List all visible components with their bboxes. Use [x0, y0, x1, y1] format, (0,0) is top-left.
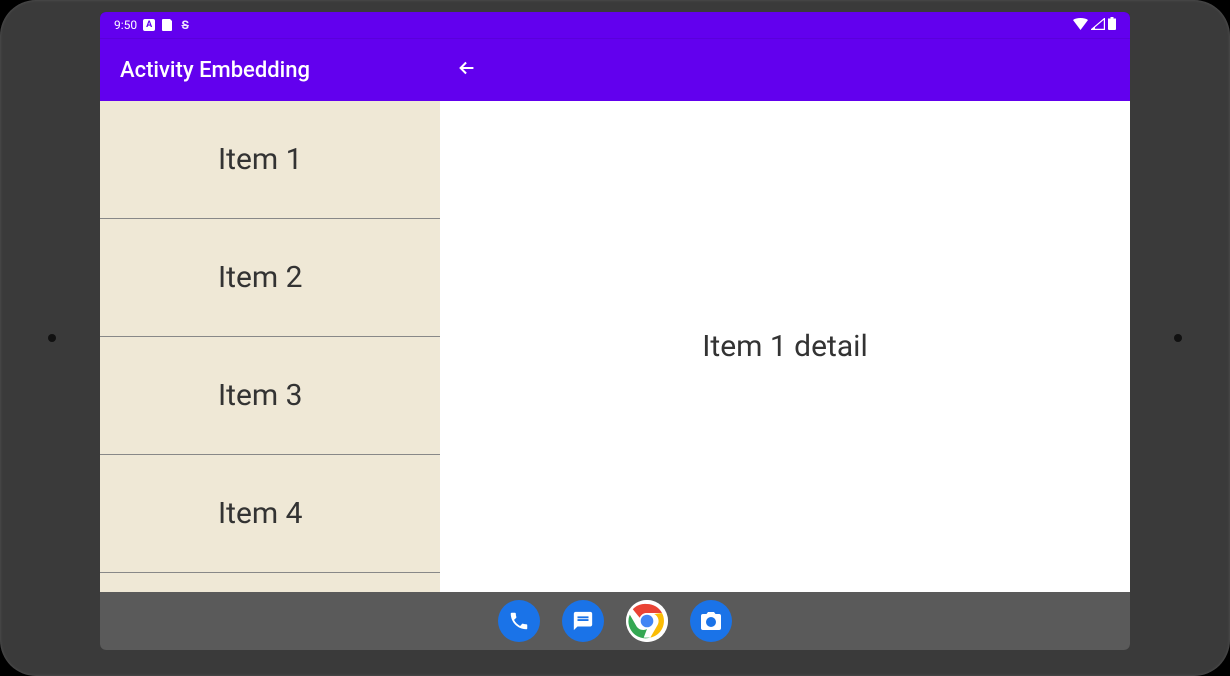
list-item-label: Item 1	[218, 142, 303, 177]
app-title: Activity Embedding	[100, 58, 440, 83]
list-item[interactable]: Item 1	[100, 101, 440, 219]
wifi-icon	[1073, 18, 1088, 33]
status-time: 9:50	[114, 18, 137, 32]
list-item[interactable]: Item 2	[100, 219, 440, 337]
list-item[interactable]: Item 4	[100, 455, 440, 573]
keyboard-indicator-icon: A	[143, 19, 155, 31]
list-item-label: Item 3	[218, 378, 303, 413]
tablet-frame: 9:50 A S Activity Emb	[0, 0, 1230, 676]
screen: 9:50 A S Activity Emb	[100, 12, 1130, 650]
phone-app-icon[interactable]	[498, 600, 540, 642]
card-icon	[161, 19, 173, 31]
strikethrough-icon: S	[179, 19, 191, 31]
status-left: 9:50 A S	[114, 18, 191, 32]
chrome-app-icon[interactable]	[626, 600, 668, 642]
detail-pane: Item 1 detail	[440, 101, 1130, 592]
battery-icon	[1108, 17, 1116, 33]
signal-icon	[1091, 18, 1105, 33]
list-item[interactable]: Item 3	[100, 337, 440, 455]
back-button[interactable]	[440, 57, 478, 83]
app-bar: Activity Embedding	[100, 38, 1130, 101]
detail-content: Item 1 detail	[702, 329, 867, 364]
status-bar: 9:50 A S	[100, 12, 1130, 38]
camera-dot-left	[48, 334, 56, 342]
list-item-label: Item 4	[218, 496, 303, 531]
list-item-label: Item 2	[218, 260, 303, 295]
nav-bar	[100, 592, 1130, 650]
status-right	[1073, 17, 1116, 33]
list-pane[interactable]: Item 1 Item 2 Item 3 Item 4	[100, 101, 440, 592]
camera-dot-right	[1174, 334, 1182, 342]
camera-app-icon[interactable]	[690, 600, 732, 642]
content-area: Item 1 Item 2 Item 3 Item 4 Item 1 detai…	[100, 101, 1130, 592]
messages-app-icon[interactable]	[562, 600, 604, 642]
